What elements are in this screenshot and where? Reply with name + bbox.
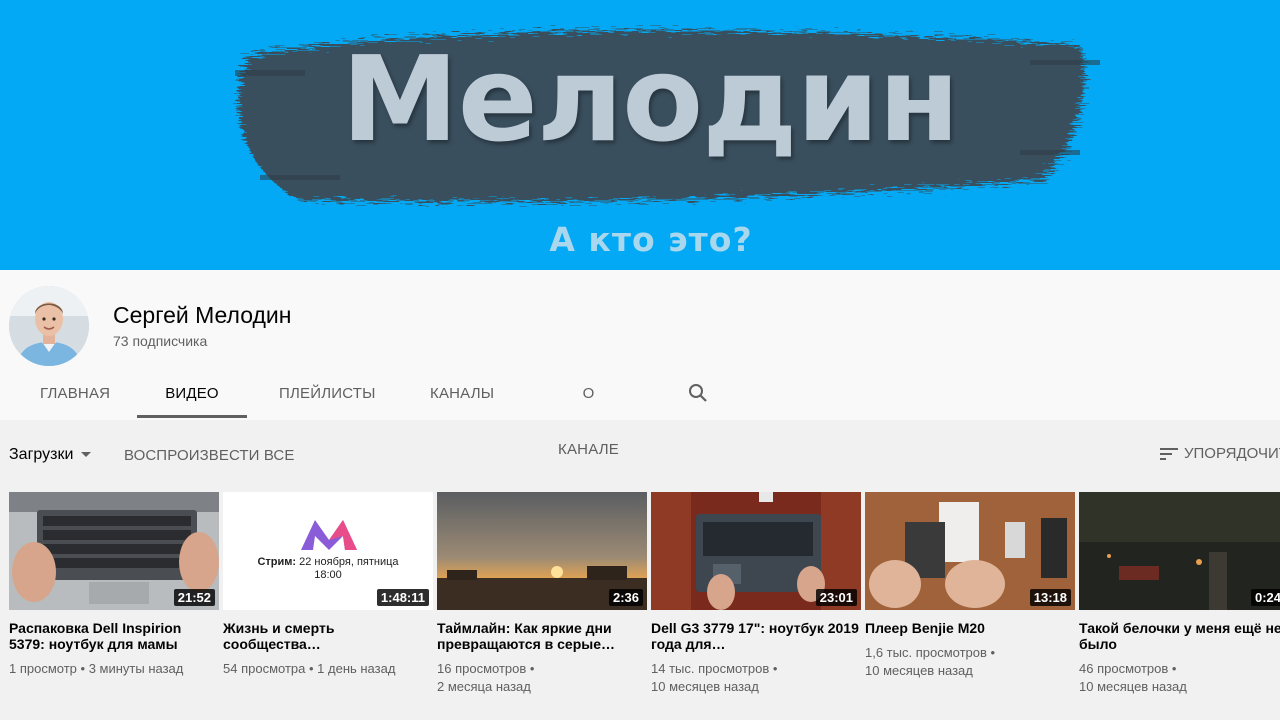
- video-title[interactable]: Жизнь и смерть сообщества…: [223, 620, 433, 652]
- tab-about[interactable]: О КАНАЛЕ: [554, 366, 623, 458]
- uploads-dropdown[interactable]: Загрузки: [9, 446, 92, 464]
- sort-icon: [1160, 448, 1178, 461]
- banner-title: Мелодин: [341, 30, 959, 168]
- view-count: 14 тыс. просмотров: [651, 661, 770, 676]
- view-count: 1,6 тыс. просмотров: [865, 645, 987, 660]
- play-all-button[interactable]: ВОСПРОИЗВЕСТИ ВСЕ: [124, 447, 294, 464]
- sort-label: УПОРЯДОЧИТЬ: [1184, 445, 1280, 462]
- channel-tabs: ГЛАВНАЯ ВИДЕО ПЛЕЙЛИСТЫ КАНАЛЫ О КАНАЛЕ: [0, 366, 760, 458]
- video-thumbnail[interactable]: 2:36: [437, 492, 647, 610]
- tab-videos[interactable]: ВИДЕО: [137, 366, 247, 420]
- video-meta: 46 просмотров 10 месяцев назад: [1079, 660, 1280, 696]
- video-meta: 1 просмотр 3 минуты назад: [9, 660, 219, 678]
- channel-header: Сергей Мелодин 73 подписчика ГЛАВНАЯ ВИД…: [0, 270, 1280, 458]
- filter-bar: Загрузки ВОСПРОИЗВЕСТИ ВСЕ УПОРЯДОЧИТЬ: [0, 420, 1280, 490]
- video-meta: 1,6 тыс. просмотров 10 месяцев назад: [865, 644, 1075, 680]
- video-thumbnail[interactable]: 13:18: [865, 492, 1075, 610]
- upload-age: 1 день назад: [317, 661, 396, 676]
- upload-age: 2 месяца назад: [437, 679, 531, 694]
- stream-announcement: Стрим: 22 ноября, пятница 18:00: [257, 556, 399, 581]
- channel-avatar[interactable]: [9, 286, 89, 366]
- video-title[interactable]: Плеер Benjie M20: [865, 620, 1075, 636]
- video-duration: 23:01: [815, 589, 857, 606]
- video-duration: 13:18: [1029, 589, 1071, 606]
- subscriber-count: 73 подписчика: [113, 333, 208, 349]
- video-card[interactable]: 13:18 Плеер Benjie M20 1,6 тыс. просмотр…: [865, 492, 1075, 680]
- channel-banner: Мелодин А кто это?: [0, 0, 1280, 270]
- tab-home[interactable]: ГЛАВНАЯ: [40, 366, 110, 420]
- video-duration: 0:24: [1250, 589, 1280, 606]
- banner-subtitle: А кто это?: [549, 220, 753, 259]
- video-thumbnail[interactable]: 21:52: [9, 492, 219, 610]
- channel-name: Сергей Мелодин: [113, 302, 292, 328]
- video-title[interactable]: Такой белочки у меня ещё не было: [1079, 620, 1280, 652]
- video-duration: 1:48:11: [376, 589, 429, 606]
- sort-by-button[interactable]: УПОРЯДОЧИТЬ: [1158, 445, 1280, 462]
- video-duration: 2:36: [608, 589, 643, 606]
- video-meta: 54 просмотра 1 день назад: [223, 660, 433, 678]
- video-title[interactable]: Dell G3 3779 17": ноутбук 2019 года для…: [651, 620, 861, 652]
- video-card[interactable]: 21:52 Распаковка Dell Inspirion 5379: но…: [9, 492, 219, 678]
- upload-age: 10 месяцев назад: [651, 679, 759, 694]
- search-icon[interactable]: [686, 381, 710, 405]
- video-thumbnail[interactable]: 23:01: [651, 492, 861, 610]
- tab-channels[interactable]: КАНАЛЫ: [430, 366, 494, 420]
- video-title[interactable]: Распаковка Dell Inspirion 5379: ноутбук …: [9, 620, 219, 652]
- video-duration: 21:52: [173, 589, 215, 606]
- video-card[interactable]: 0:24 Такой белочки у меня ещё не было 46…: [1079, 492, 1280, 696]
- video-grid: 21:52 Распаковка Dell Inspirion 5379: но…: [0, 492, 1280, 720]
- upload-age: 10 месяцев назад: [865, 663, 973, 678]
- upload-age: 3 минуты назад: [88, 661, 184, 676]
- video-meta: 16 просмотров 2 месяца назад: [437, 660, 647, 696]
- video-thumbnail[interactable]: Стрим: 22 ноября, пятница 18:00 1:48:11: [223, 492, 433, 610]
- video-card[interactable]: 2:36 Таймлайн: Как яркие дни превращаютс…: [437, 492, 647, 696]
- video-title[interactable]: Таймлайн: Как яркие дни превращаются в с…: [437, 620, 647, 652]
- view-count: 46 просмотров: [1079, 661, 1169, 676]
- tab-playlists[interactable]: ПЛЕЙЛИСТЫ: [279, 366, 375, 420]
- video-meta: 14 тыс. просмотров 10 месяцев назад: [651, 660, 861, 696]
- view-count: 1 просмотр: [9, 661, 77, 676]
- view-count: 16 просмотров: [437, 661, 527, 676]
- uploads-label: Загрузки: [9, 446, 74, 463]
- video-card[interactable]: 23:01 Dell G3 3779 17": ноутбук 2019 год…: [651, 492, 861, 696]
- video-card[interactable]: Стрим: 22 ноября, пятница 18:00 1:48:11 Ж…: [223, 492, 433, 678]
- video-thumbnail[interactable]: 0:24: [1079, 492, 1280, 610]
- caret-down-icon: [81, 452, 92, 458]
- view-count: 54 просмотра: [223, 661, 306, 676]
- upload-age: 10 месяцев назад: [1079, 679, 1187, 694]
